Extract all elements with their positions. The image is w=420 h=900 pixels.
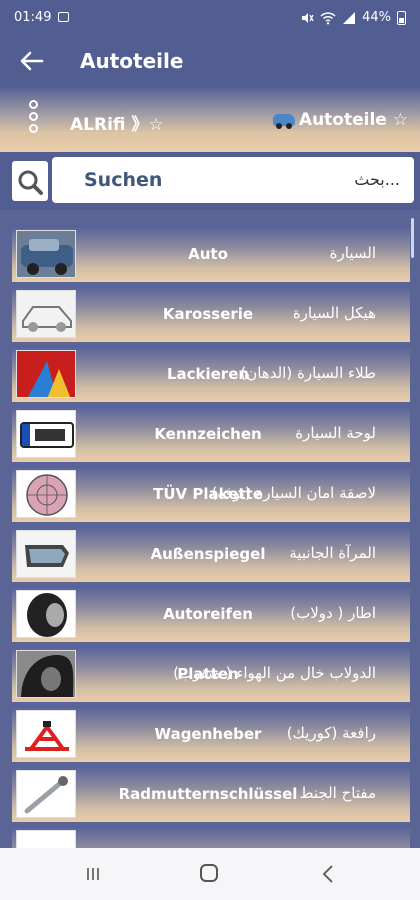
list-item[interactable]: Außenspiegel المرآة الجانبية xyxy=(12,526,410,582)
search-input[interactable] xyxy=(52,157,414,203)
item-de: Radmutternschlüssel xyxy=(118,785,298,803)
item-de: Karosserie xyxy=(162,305,254,323)
list-item[interactable]: Wagenheber رافعة (كوريك) xyxy=(12,706,410,762)
app-bar: Autoteile xyxy=(0,36,420,88)
signal-icon xyxy=(343,11,356,24)
search-bar: Suchen بحث... xyxy=(0,152,420,210)
item-de: Wagenheber xyxy=(154,725,262,743)
scrollbar[interactable] xyxy=(411,218,414,258)
item-ar: الدولاب خال من الهواء ( متقوب) xyxy=(173,664,376,682)
list-item[interactable]: Kennzeichen لوحة السيارة xyxy=(12,406,410,462)
item-ar: اطار ( دولاب) xyxy=(290,604,376,622)
status-time: 01:49 xyxy=(14,10,52,25)
status-icons: 44% xyxy=(300,10,406,25)
battery-icon xyxy=(397,10,406,25)
item-de: Außenspiegel xyxy=(150,545,266,563)
home-icon[interactable] xyxy=(200,864,218,882)
list-item[interactable]: Autoreifen اطار ( دولاب) xyxy=(12,586,410,642)
breadcrumb-left[interactable]: ALRifi 》☆ xyxy=(70,110,164,135)
tire-thumbnail xyxy=(16,590,76,638)
wifi-icon xyxy=(320,11,336,24)
page-title: Autoteile xyxy=(80,49,184,73)
parts-list: Auto السيارة Karosserie هيكل السيارة Lac… xyxy=(0,218,420,848)
license-plate-thumbnail xyxy=(16,410,76,458)
side-mirror-thumbnail xyxy=(16,530,76,578)
list-item[interactable] xyxy=(12,826,410,848)
item-ar: لوحة السيارة xyxy=(295,424,376,442)
paint-thumbnail xyxy=(16,350,76,398)
search-icon xyxy=(18,170,43,195)
lug-wrench-thumbnail xyxy=(16,770,76,818)
car-icon xyxy=(272,114,295,129)
flat-tire-thumbnail xyxy=(16,650,76,698)
item-ar: السيارة xyxy=(329,244,376,262)
item-de: Kennzeichen xyxy=(154,425,262,443)
car-body-thumbnail xyxy=(16,290,76,338)
item-de: Autoreifen xyxy=(163,605,253,623)
mute-icon xyxy=(302,12,314,23)
breadcrumb-bar: ALRifi 》☆ Autoteile ☆ xyxy=(0,88,420,152)
car-thumbnail xyxy=(16,230,76,278)
item-de: Lackieren xyxy=(166,365,250,383)
item-de: Auto xyxy=(188,245,228,263)
back-arrow-icon[interactable] xyxy=(18,47,46,75)
breadcrumb-right-label: Autoteile ☆ xyxy=(298,110,408,130)
item-ar: هيكل السيارة xyxy=(292,304,376,322)
list-item[interactable]: Platten الدولاب خال من الهواء ( متقوب) xyxy=(12,646,410,702)
item-ar: رافعة (كوريك) xyxy=(286,724,376,742)
partial-thumbnail xyxy=(16,830,76,848)
recent-apps-icon[interactable] xyxy=(85,866,101,882)
system-nav-bar xyxy=(0,848,420,900)
car-jack-thumbnail xyxy=(16,710,76,758)
list-item[interactable]: Lackieren طلاء السيارة (الدهان) xyxy=(12,346,410,402)
tuv-sticker-thumbnail xyxy=(16,470,76,518)
breadcrumb-right[interactable]: Autoteile ☆ xyxy=(272,110,408,130)
status-bar: 01:49 44% xyxy=(0,0,420,36)
search-field: Suchen بحث... xyxy=(52,157,414,203)
battery-percent: 44% xyxy=(362,10,391,25)
list-item[interactable]: Radmutternschlüssel مفتاح الجنط xyxy=(12,766,410,822)
list-item[interactable]: Auto السيارة xyxy=(12,226,410,282)
back-nav-icon[interactable] xyxy=(318,863,338,885)
item-ar: مفتاح الجنط xyxy=(299,784,376,802)
list-item[interactable]: Karosserie هيكل السيارة xyxy=(12,286,410,342)
more-vert-icon[interactable] xyxy=(24,100,42,140)
gallery-notification-icon xyxy=(58,12,69,22)
item-ar: لاصقة امان السيارة (توف) xyxy=(211,484,376,502)
search-button[interactable] xyxy=(12,161,48,201)
list-item[interactable]: TÜV Plakette لاصقة امان السيارة (توف) xyxy=(12,466,410,522)
item-ar: المرآة الجانبية xyxy=(289,544,376,562)
item-ar: طلاء السيارة (الدهان) xyxy=(240,364,376,382)
